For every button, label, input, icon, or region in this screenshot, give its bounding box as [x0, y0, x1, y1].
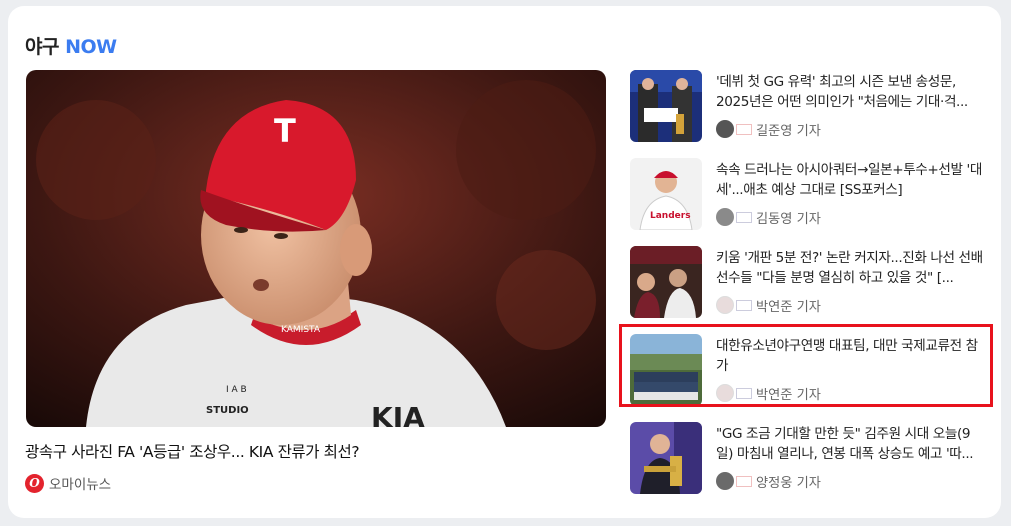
reporter-avatar [716, 120, 734, 138]
cap-logo-letter: T [274, 112, 296, 150]
section-title-prefix: 야구 [25, 36, 59, 58]
article-item[interactable]: Landers 속속 드러나는 아시아쿼터→일본+투수+선발 '대세'...애초… [630, 158, 990, 232]
reporter-avatar [716, 208, 734, 226]
publisher-logo-icon [736, 123, 752, 135]
article-title: 속속 드러나는 아시아쿼터→일본+투수+선발 '대세'...애초 예상 그대로 … [716, 162, 982, 198]
article-title: "GG 조금 기대할 만한 듯" 김주원 시대 오늘(9일) 마침내 열리나, … [716, 426, 974, 462]
publisher-logo-icon [736, 475, 752, 487]
reporter-name: 김동영 기자 [756, 211, 821, 227]
section-title-accent: NOW [65, 36, 117, 58]
reporter-name: 양정웅 기자 [756, 475, 821, 491]
article-thumbnail [630, 70, 702, 142]
article-meta: 박연준 기자 [716, 295, 821, 315]
publisher-logo-icon [736, 211, 752, 223]
article-item[interactable]: "GG 조금 기대할 만한 듯" 김주원 시대 오늘(9일) 마침내 열리나, … [630, 422, 990, 496]
hero-source-name: 오마이뉴스 [49, 477, 112, 493]
svg-text:Landers: Landers [650, 211, 691, 221]
highlight-box [619, 324, 993, 407]
reporter-name: 길준영 기자 [756, 123, 821, 139]
article-item[interactable]: '데뷔 첫 GG 유력' 최고의 시즌 보낸 송성문, 2025년은 어떤 의미… [630, 70, 990, 144]
jersey-logo-text: KIA [371, 401, 425, 427]
jersey-badge-top-text: I A B [226, 385, 247, 395]
reporter-avatar [716, 472, 734, 490]
reporter-avatar [716, 296, 734, 314]
jersey-collar-text: KAMISTA [281, 325, 321, 335]
article-thumbnail [630, 246, 702, 318]
ohmynews-logo-icon: O [25, 473, 44, 493]
pitcher-photo: T KAMISTA I A B STUDIO KIA [26, 70, 606, 427]
hero-article-image[interactable]: T KAMISTA I A B STUDIO KIA [26, 70, 606, 427]
section-title: 야구 NOW [25, 32, 117, 59]
article-thumbnail [630, 422, 702, 494]
hero-article-title[interactable]: 광속구 사라진 FA 'A등급' 조상우... KIA 잔류가 최선? [25, 440, 360, 462]
hero-article-source[interactable]: O 오마이뉴스 [25, 473, 111, 493]
article-meta: 길준영 기자 [716, 119, 821, 139]
article-meta: 양정웅 기자 [716, 471, 821, 491]
baseball-now-card: 야구 NOW T KAMISTA I A B STUDIO KIA 광속구 사라… [8, 6, 1001, 518]
article-title: '데뷔 첫 GG 유력' 최고의 시즌 보낸 송성문, 2025년은 어떤 의미… [716, 74, 968, 110]
reporter-name: 박연준 기자 [756, 299, 821, 315]
article-meta: 김동영 기자 [716, 207, 821, 227]
article-title: 키움 '개판 5분 전?' 논란 커지자...진화 나선 선배 선수들 "다들 … [716, 250, 983, 286]
article-thumbnail: Landers [630, 158, 702, 230]
article-item[interactable]: 키움 '개판 5분 전?' 논란 커지자...진화 나선 선배 선수들 "다들 … [630, 246, 990, 320]
jersey-badge-text: STUDIO [206, 405, 249, 416]
publisher-logo-icon [736, 299, 752, 311]
